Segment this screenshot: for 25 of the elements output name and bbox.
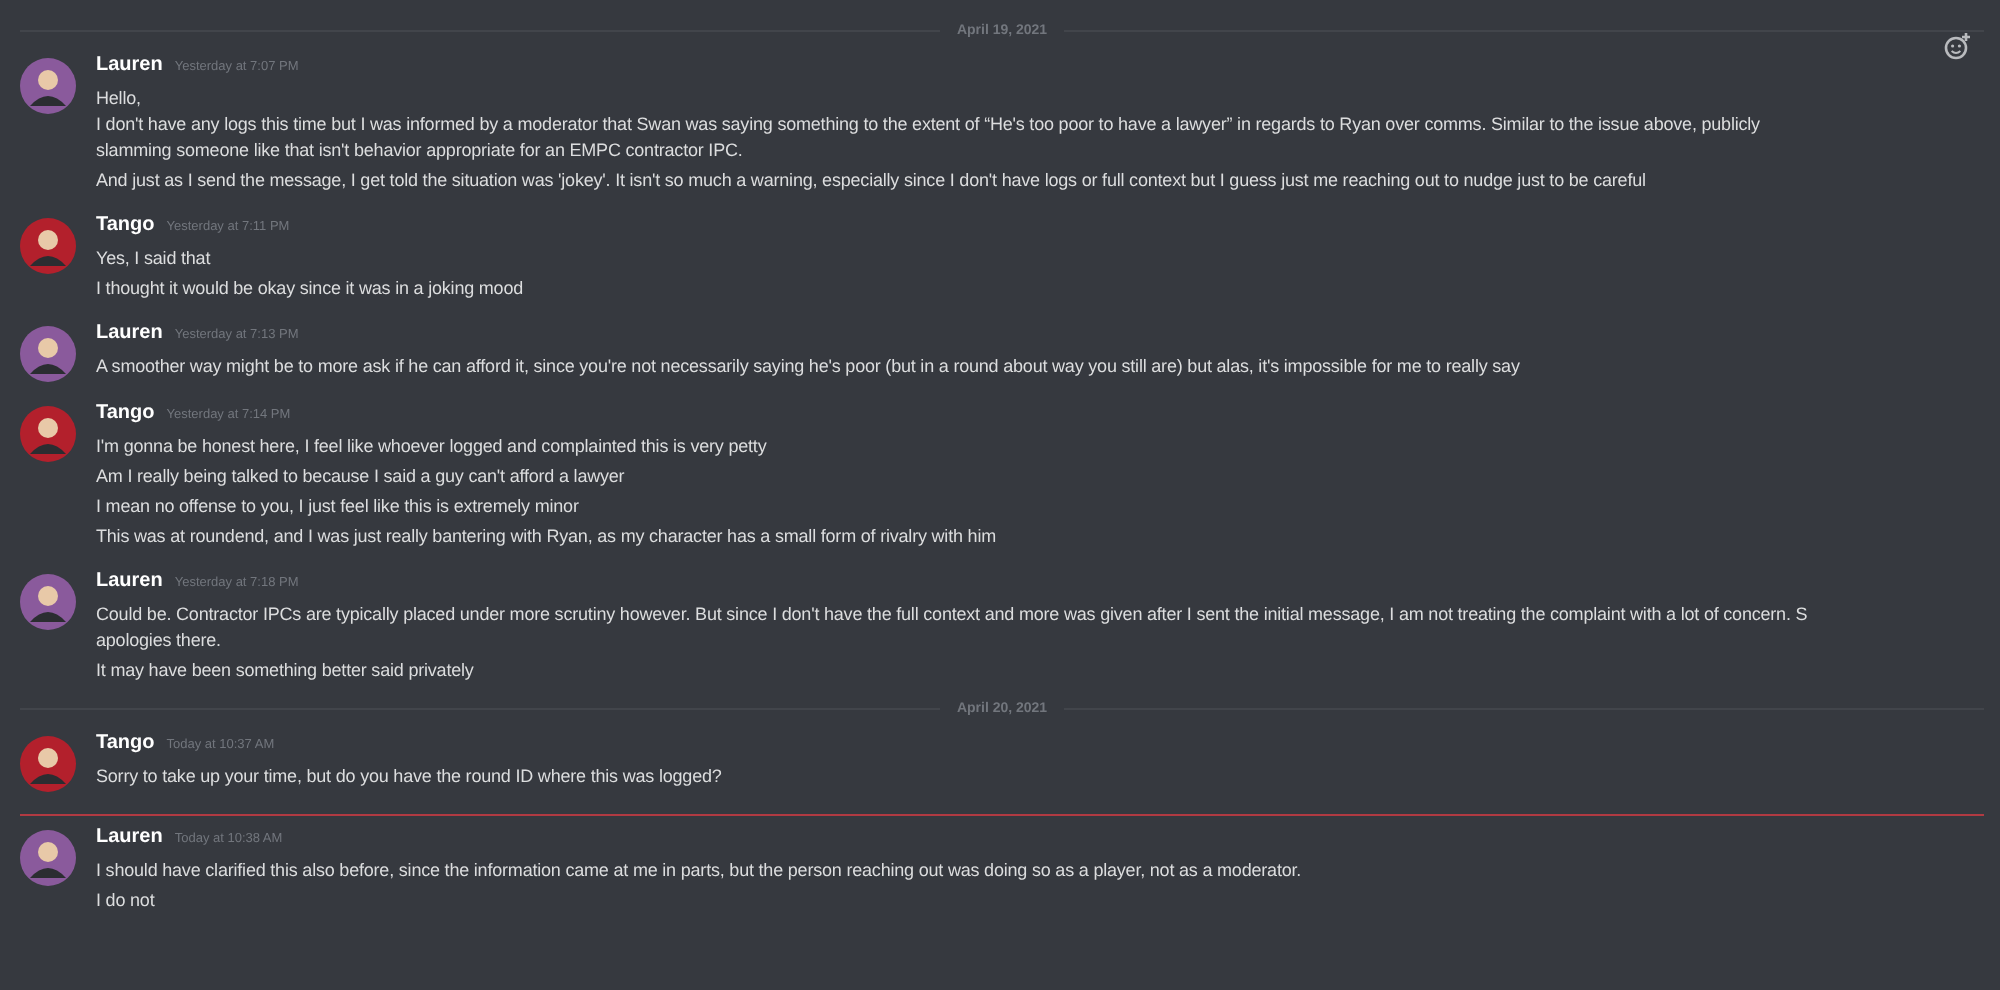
message-text: Yes, I said that: [96, 246, 213, 272]
message-text: slamming someone like that isn't behavior appropriate for an EMPC contractor IPC.: [96, 138, 745, 164]
message-text: And just as I send the message, I get told the situation was 'jokey'. It isn't so much a warning, especially since I don't have logs or full context but I guess just me reaching out to nudge just to be careful: [96, 168, 1648, 194]
message-text: I thought it would be okay since it was in a joking mood: [96, 276, 524, 302]
message-text: I don't have any logs this time but I was informed by a moderator that Swan was saying something to the extent of “He's too poor to have a lawyer” in regards to Ryan over comms. Similar to the issue above, publicly: [96, 112, 1760, 138]
message-text: Sorry to take up your time, but do you have the round ID where this was logged?: [96, 764, 722, 790]
message-text: apologies there.: [96, 628, 223, 654]
username[interactable]: Lauren: [96, 54, 163, 76]
message-text: It may have been something better said privately: [96, 658, 476, 684]
message-text: I should have clarified this also before, since the information came at me in parts, but the person reaching out was doing so as a player, not as a moderator.: [96, 858, 1302, 884]
message-text: I'm gonna be honest here, I feel like whoever logged and complainted this is very petty: [96, 434, 769, 460]
message-text: A smoother way might be to more ask if he can afford it, since you're not necessarily saying he's poor (but in a round about way you still are) but alas, it's impossible for me to really say: [96, 354, 1520, 380]
username[interactable]: Tango: [96, 402, 155, 424]
message-text: I mean no offense to you, I just feel like this is extremely minor: [96, 494, 581, 520]
message-text: Am I really being talked to because I said a guy can't afford a lawyer: [96, 464, 627, 490]
message-text: I do not: [96, 888, 157, 914]
message-text: Could be. Contractor IPCs are typically placed under more scrutiny however. But since I don't have the full context and more was given after I sent the initial message, I am not treating the complaint with a lot of concern. S: [96, 602, 1808, 628]
username[interactable]: Lauren: [96, 322, 163, 344]
add-reaction-icon[interactable]: [1944, 32, 1972, 60]
message-text: Hello,: [96, 86, 143, 112]
username[interactable]: Lauren: [96, 570, 163, 592]
username[interactable]: Lauren: [96, 826, 163, 848]
username[interactable]: Tango: [96, 732, 155, 754]
message-text: This was at roundend, and I was just really bantering with Ryan, as my character has a small form of rivalry with him: [96, 524, 996, 550]
username[interactable]: Tango: [96, 214, 155, 236]
